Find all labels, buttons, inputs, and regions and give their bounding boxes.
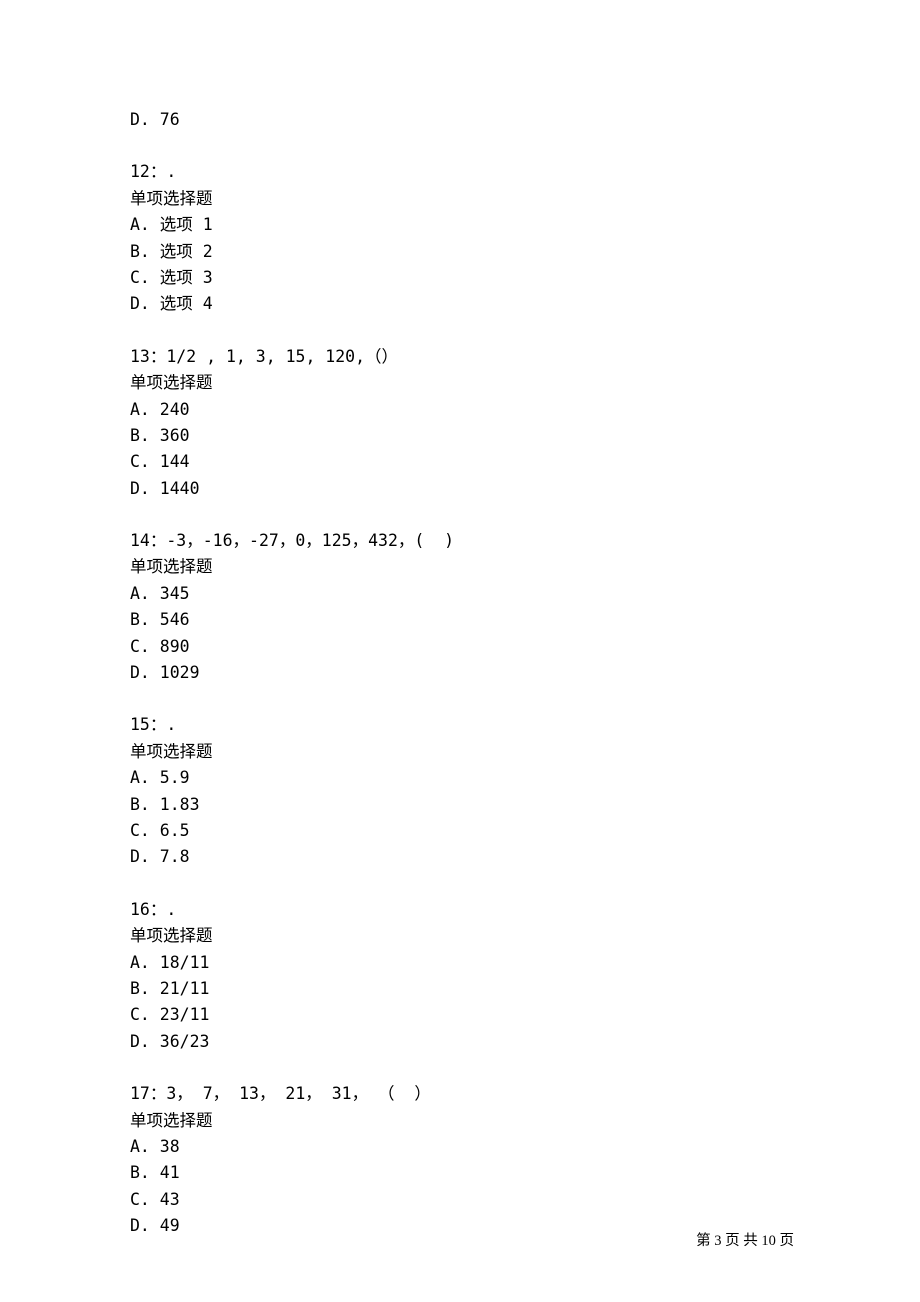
option-d: D. 选项 4 xyxy=(130,291,790,317)
page-footer: 第 3 页 共 10 页 xyxy=(696,1230,794,1253)
option-d: D. 1029 xyxy=(130,660,790,686)
option-a: A. 38 xyxy=(130,1134,790,1160)
option-a: A. 240 xyxy=(130,397,790,423)
option-c: C. 6.5 xyxy=(130,818,790,844)
option-d: D. 1440 xyxy=(130,476,790,502)
option-a: A. 345 xyxy=(130,581,790,607)
question-12: 12：. 单项选择题 A. 选项 1 B. 选项 2 C. 选项 3 D. 选项… xyxy=(130,159,790,317)
option-b: B. 21/11 xyxy=(130,976,790,1002)
question-number: 16：. xyxy=(130,897,790,923)
question-number: 13：1/2 , 1, 3, 15, 120,（） xyxy=(130,344,790,370)
option-c: C. 选项 3 xyxy=(130,265,790,291)
footer-suffix: 页 xyxy=(776,1233,794,1249)
question-15: 15：. 单项选择题 A. 5.9 B. 1.83 C. 6.5 D. 7.8 xyxy=(130,712,790,870)
option-c: C. 890 xyxy=(130,634,790,660)
option-b: B. 360 xyxy=(130,423,790,449)
question-type: 单项选择题 xyxy=(130,186,790,212)
option-d: D. 76 xyxy=(130,107,790,133)
footer-total-pages: 10 xyxy=(761,1233,776,1249)
option-b: B. 546 xyxy=(130,607,790,633)
question-14: 14：-3，-16，-27，0，125，432，( ) 单项选择题 A. 345… xyxy=(130,528,790,686)
footer-prefix: 第 xyxy=(696,1233,714,1249)
question-number: 14：-3，-16，-27，0，125，432，( ) xyxy=(130,528,790,554)
option-c: C. 144 xyxy=(130,449,790,475)
option-b: B. 1.83 xyxy=(130,792,790,818)
option-d: D. 7.8 xyxy=(130,844,790,870)
option-a: A. 18/11 xyxy=(130,950,790,976)
question-type: 单项选择题 xyxy=(130,923,790,949)
orphan-option-block: D. 76 xyxy=(130,107,790,133)
option-a: A. 5.9 xyxy=(130,765,790,791)
option-d: D. 49 xyxy=(130,1213,790,1239)
footer-middle: 页 共 xyxy=(722,1233,762,1249)
option-b: B. 选项 2 xyxy=(130,239,790,265)
question-number: 12：. xyxy=(130,159,790,185)
option-b: B. 41 xyxy=(130,1160,790,1186)
question-13: 13：1/2 , 1, 3, 15, 120,（） 单项选择题 A. 240 B… xyxy=(130,344,790,502)
footer-current-page: 3 xyxy=(714,1233,721,1249)
question-number: 17：3， 7， 13， 21， 31， （ ） xyxy=(130,1081,790,1107)
question-type: 单项选择题 xyxy=(130,370,790,396)
question-type: 单项选择题 xyxy=(130,1108,790,1134)
question-17: 17：3， 7， 13， 21， 31， （ ） 单项选择题 A. 38 B. … xyxy=(130,1081,790,1239)
option-c: C. 23/11 xyxy=(130,1002,790,1028)
question-type: 单项选择题 xyxy=(130,554,790,580)
document-content: D. 76 12：. 单项选择题 A. 选项 1 B. 选项 2 C. 选项 3… xyxy=(0,0,920,1239)
question-type: 单项选择题 xyxy=(130,739,790,765)
option-c: C. 43 xyxy=(130,1187,790,1213)
question-16: 16：. 单项选择题 A. 18/11 B. 21/11 C. 23/11 D.… xyxy=(130,897,790,1055)
option-d: D. 36/23 xyxy=(130,1029,790,1055)
question-number: 15：. xyxy=(130,712,790,738)
option-a: A. 选项 1 xyxy=(130,212,790,238)
